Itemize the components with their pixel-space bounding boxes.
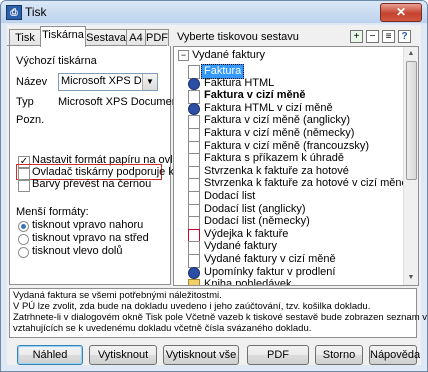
print-top-right-label: tisknout vpravo nahoru: [32, 219, 144, 231]
description-line: vztahujících se k uvedenému dokladu včet…: [13, 323, 312, 334]
tree-item-label: Stvrzenka k faktuře za hotové: [204, 164, 349, 177]
description-line: Vydaná faktura se všemi potřebnými nálež…: [13, 290, 222, 301]
driver-supports-copies-label: Ovladač tiskárny podporuje kopie: [32, 166, 195, 178]
print-button[interactable]: Vytisknout: [89, 345, 157, 365]
printer-settings-panel: Výchozí tiskárna Název Microsoft XPS Doc…: [9, 46, 196, 285]
scroll-down-icon[interactable]: ▼: [405, 272, 417, 284]
print-right-center-label: tisknout vpravo na střed: [32, 232, 149, 244]
cancel-button[interactable]: Storno: [315, 345, 363, 365]
tree-item-label: Kniha pohledávek: [204, 278, 292, 286]
printer-type-value: Microsoft XPS Document: [58, 96, 181, 108]
help-button[interactable]: Nápověda: [369, 345, 420, 365]
driver-supports-copies-checkbox[interactable]: [18, 168, 30, 180]
tab-sestava[interactable]: Sestava: [85, 29, 127, 46]
tree-item-label: Faktura HTML v cizí měně: [204, 101, 333, 114]
convert-to-black-checkbox[interactable]: [18, 180, 30, 192]
scrollbar-thumb[interactable]: [406, 61, 417, 180]
tab-pdf[interactable]: PDF: [145, 29, 169, 46]
add-report-icon[interactable]: +: [350, 30, 363, 43]
tree-item-label: Vydané faktury: [204, 240, 277, 253]
print-top-right-radio[interactable]: [18, 221, 29, 232]
tab-tisk[interactable]: Tisk: [9, 29, 41, 46]
printer-name-select[interactable]: Microsoft XPS Document Writer ▼: [58, 73, 158, 91]
tree-item-label: Faktura v cizí měně (francouzsky): [204, 139, 370, 152]
smaller-formats-heading: Menší formáty:: [16, 206, 89, 218]
print-all-button[interactable]: Vytisknout vše: [163, 345, 239, 365]
description-line: Zatrhnete-li v dialogovém okně Tisk pole…: [13, 312, 428, 323]
tab-a4[interactable]: A4: [126, 29, 146, 46]
report-description: Vydaná faktura se všemi potřebnými nálež…: [9, 288, 428, 338]
print-bottom-left-label: tisknout vlevo dolů: [32, 245, 123, 257]
convert-to-black-label: Barvy převést na černou: [32, 178, 152, 190]
html-icon: [188, 77, 200, 90]
tree-item-label: Dodací list (anglicky): [204, 202, 306, 215]
title-bar[interactable]: ⎙ Tisk ✕: [1, 1, 427, 23]
printer-icon: ⎙: [6, 5, 22, 20]
chevron-down-icon[interactable]: ▼: [142, 74, 157, 90]
printer-type-label: Typ: [16, 96, 34, 108]
help-icon[interactable]: ?: [398, 30, 411, 43]
tree-item-label: Faktura v cizí měně: [204, 89, 306, 102]
pdf-button[interactable]: PDF: [247, 345, 309, 365]
vertical-scrollbar[interactable]: ▲ ▼: [403, 47, 418, 285]
tree-item-label: Faktura v cizí měně (anglicky): [204, 114, 351, 127]
tree-item-label: Faktura HTML: [204, 76, 275, 89]
select-report-hint: Vyberte tiskovou sestavu: [177, 31, 299, 43]
printer-name-label: Název: [16, 76, 48, 88]
print-right-center-radio[interactable]: [18, 234, 29, 245]
remove-report-icon[interactable]: −: [366, 30, 379, 43]
report-icon: [188, 254, 200, 268]
collapse-icon[interactable]: −: [178, 49, 189, 61]
window-title: Tisk: [25, 5, 47, 19]
description-line: V PÚ lze zvolit, zda bude na dokladu uve…: [13, 301, 371, 312]
book-icon: [188, 279, 200, 285]
html-icon: [188, 102, 200, 115]
preview-button[interactable]: Náhled: [17, 345, 83, 365]
default-printer-heading: Výchozí tiskárna: [16, 55, 97, 67]
scroll-up-icon[interactable]: ▲: [405, 48, 417, 60]
tree-item-label: Faktura v cizí měně (německy): [204, 127, 355, 139]
tree-root-label: Vydané faktury: [192, 49, 266, 61]
tree-item-label: Faktura s příkazem k úhradě: [204, 152, 345, 165]
tree-root[interactable]: − Vydané faktury: [178, 49, 265, 61]
print-bottom-left-radio[interactable]: [18, 247, 29, 258]
html-icon: [188, 266, 200, 279]
report-tree[interactable]: − Vydané faktury Faktura Faktura HTML Fakt…: [173, 46, 419, 286]
tree-item-label: Výdejka k faktuře: [204, 227, 289, 240]
close-button[interactable]: ✕: [380, 3, 422, 22]
tree-item-label: Upomínky faktur v prodlení: [204, 265, 336, 278]
printer-note-label: Pozn.: [16, 114, 45, 126]
tree-item-label: Stvrzenka k faktuře za hotové v cizí měn…: [204, 177, 408, 190]
tree-item-label: Vydané faktury v cizí měně: [204, 253, 336, 265]
report-icon: [188, 65, 200, 79]
print-dialog-window: ⎙ Tisk ✕ Tisk Tiskárna Sestava A4 PDF Vy…: [0, 0, 428, 372]
report-document-icon[interactable]: ≡: [382, 30, 395, 43]
dialog-client-area: Tisk Tiskárna Sestava A4 PDF Vyberte tis…: [7, 25, 428, 365]
tree-item-label: Dodací list: [204, 190, 256, 202]
tab-tiskarna[interactable]: Tiskárna: [40, 26, 86, 47]
tree-item-label: Dodací list (německy): [204, 215, 310, 228]
